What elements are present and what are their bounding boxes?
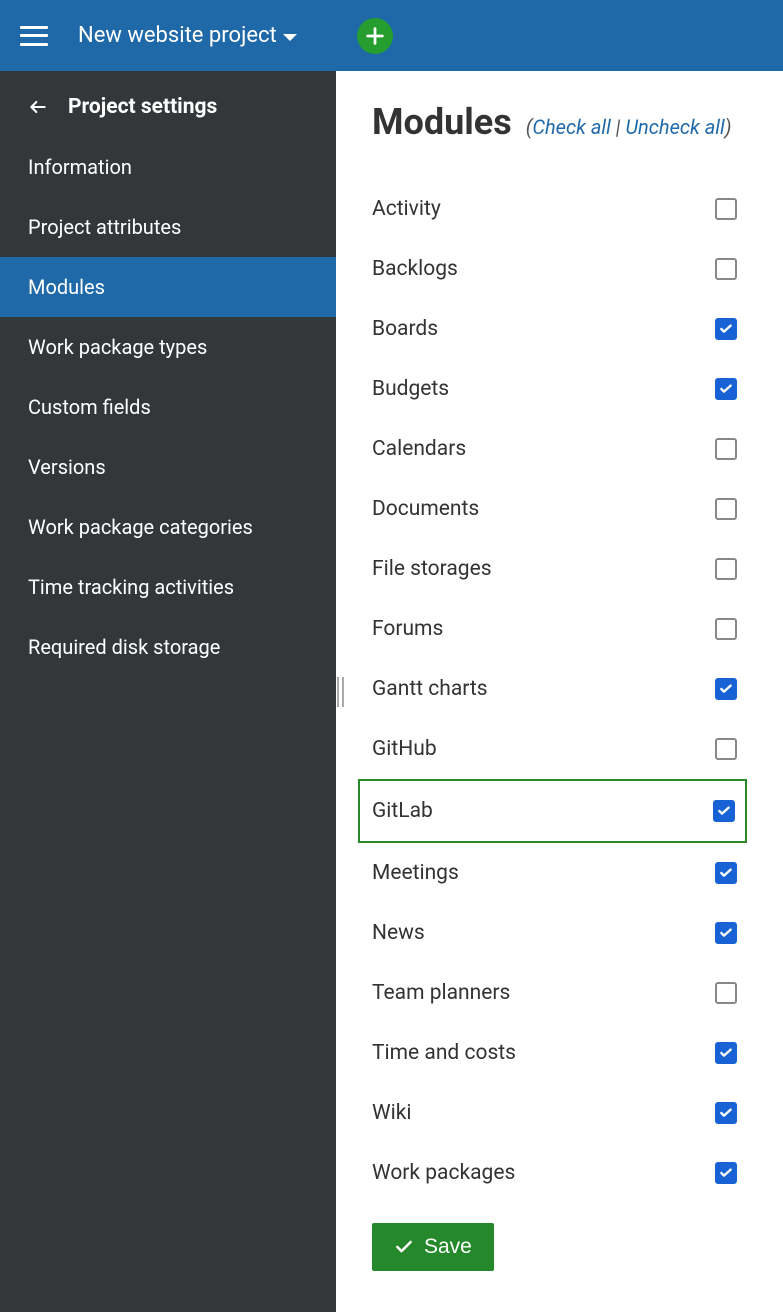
module-label: Work packages [372,1161,515,1185]
chevron-down-icon [283,34,297,41]
module-label: Meetings [372,861,459,885]
module-label: Backlogs [372,257,458,281]
sidebar-item[interactable]: Information [0,137,336,197]
module-label: News [372,921,425,945]
module-label: Boards [372,317,438,341]
check-all-link[interactable]: Check all [532,115,611,139]
topbar: New website project [0,0,783,71]
hamburger-icon[interactable] [20,26,48,46]
module-label: Documents [372,497,479,521]
module-label: Time and costs [372,1041,516,1065]
module-checkbox[interactable] [713,800,735,822]
save-label: Save [424,1235,472,1259]
module-checkbox[interactable] [715,1102,737,1124]
module-label: Forums [372,617,443,641]
module-row: Work packages [372,1143,747,1203]
module-checkbox[interactable] [715,498,737,520]
page-title: Modules [372,101,512,143]
add-button[interactable] [357,18,393,54]
check-icon [394,1237,414,1257]
module-label: GitLab [372,799,433,823]
plus-icon [364,25,386,47]
sidebar-item[interactable]: Time tracking activities [0,557,336,617]
module-checkbox[interactable] [715,738,737,760]
arrow-left-icon [28,97,48,117]
check-icon [716,803,732,819]
module-checkbox[interactable] [715,922,737,944]
module-row: Team planners [372,963,747,1023]
module-label: Activity [372,197,441,221]
sidebar-item[interactable]: Required disk storage [0,617,336,677]
sidebar-item[interactable]: Custom fields [0,377,336,437]
check-icon [718,865,734,881]
module-label: Calendars [372,437,466,461]
module-row: Activity [372,179,747,239]
check-icon [718,681,734,697]
module-checkbox[interactable] [715,678,737,700]
module-label: GitHub [372,737,437,761]
module-row: Backlogs [372,239,747,299]
sidebar-item[interactable]: Project attributes [0,197,336,257]
module-checkbox[interactable] [715,618,737,640]
module-row: File storages [372,539,747,599]
module-row: Boards [372,299,747,359]
check-icon [718,1165,734,1181]
sidebar-item[interactable]: Versions [0,437,336,497]
page-header: Modules (Check all | Uncheck all) [372,101,747,143]
module-checkbox[interactable] [715,1162,737,1184]
module-row: GitLab [358,779,747,843]
module-row: News [372,903,747,963]
main-content: Modules (Check all | Uncheck all) Activi… [336,71,783,1312]
module-row: Gantt charts [372,659,747,719]
resize-handle[interactable] [337,677,344,707]
module-row: GitHub [372,719,747,779]
sidebar-back[interactable]: Project settings [0,71,336,137]
module-row: Documents [372,479,747,539]
module-label: File storages [372,557,492,581]
module-row: Wiki [372,1083,747,1143]
module-checkbox[interactable] [715,862,737,884]
module-checkbox[interactable] [715,438,737,460]
module-checkbox[interactable] [715,558,737,580]
module-checkbox[interactable] [715,258,737,280]
sidebar-item[interactable]: Modules [0,257,336,317]
sidebar-item[interactable]: Work package categories [0,497,336,557]
module-checkbox[interactable] [715,198,737,220]
module-checkbox[interactable] [715,318,737,340]
module-label: Wiki [372,1101,412,1125]
check-icon [718,381,734,397]
module-row: Meetings [372,843,747,903]
module-row: Forums [372,599,747,659]
uncheck-all-link[interactable]: Uncheck all [625,115,724,139]
module-row: Time and costs [372,1023,747,1083]
module-checkbox[interactable] [715,378,737,400]
module-row: Calendars [372,419,747,479]
project-selector[interactable]: New website project [78,23,297,48]
bulk-actions: (Check all | Uncheck all) [526,115,732,139]
check-icon [718,1105,734,1121]
save-button[interactable]: Save [372,1223,494,1271]
sidebar: Project settings InformationProject attr… [0,71,336,1312]
module-label: Team planners [372,981,510,1005]
check-icon [718,1045,734,1061]
sidebar-item[interactable]: Work package types [0,317,336,377]
module-checkbox[interactable] [715,1042,737,1064]
module-checkbox[interactable] [715,982,737,1004]
check-icon [718,321,734,337]
sidebar-title: Project settings [68,95,217,119]
module-label: Budgets [372,377,449,401]
module-label: Gantt charts [372,677,488,701]
project-name: New website project [78,23,277,48]
module-row: Budgets [372,359,747,419]
check-icon [718,925,734,941]
